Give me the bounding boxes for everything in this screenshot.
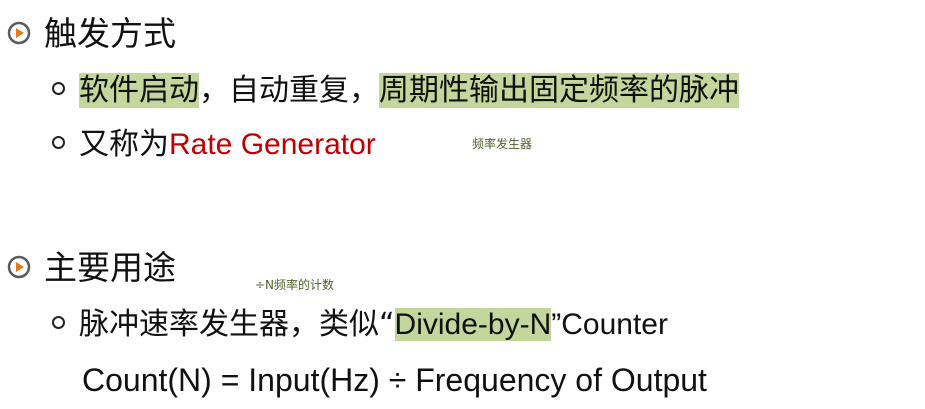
sub-bullet-icon	[52, 316, 65, 329]
body-text: ，自动重复，	[199, 73, 379, 108]
formula-text: Count(N) = Input(Hz) ÷ Frequency of Outp…	[82, 362, 707, 398]
list-item: 脉冲速率发生器，类似“Divide-by-N”Counter	[52, 306, 668, 344]
section-heading-trigger: 触发方式	[44, 14, 176, 53]
highlight-text: 软件启动	[79, 73, 199, 108]
play-circle-icon	[7, 255, 31, 279]
highlight-text: Divide-by-N	[394, 308, 552, 341]
highlight-text: 周期性输出固定频率的脉冲	[379, 73, 739, 108]
section-heading-usage: 主要用途	[44, 248, 176, 287]
sub-bullet-icon	[52, 82, 65, 95]
sub-bullet-icon	[52, 136, 65, 149]
play-circle-icon	[7, 21, 31, 45]
annotation-note: ÷N频率的计数	[255, 278, 335, 292]
body-text: ”Counter	[551, 308, 668, 341]
list-item: 又称为Rate Generator	[52, 126, 376, 164]
body-text: 脉冲速率发生器，类似“	[79, 307, 395, 342]
body-text: 又称为	[79, 127, 169, 162]
annotation-note: 频率发生器	[472, 137, 533, 151]
list-item: 软件启动，自动重复，周期性输出固定频率的脉冲	[52, 72, 739, 110]
accent-text: Rate Generator	[169, 128, 376, 161]
